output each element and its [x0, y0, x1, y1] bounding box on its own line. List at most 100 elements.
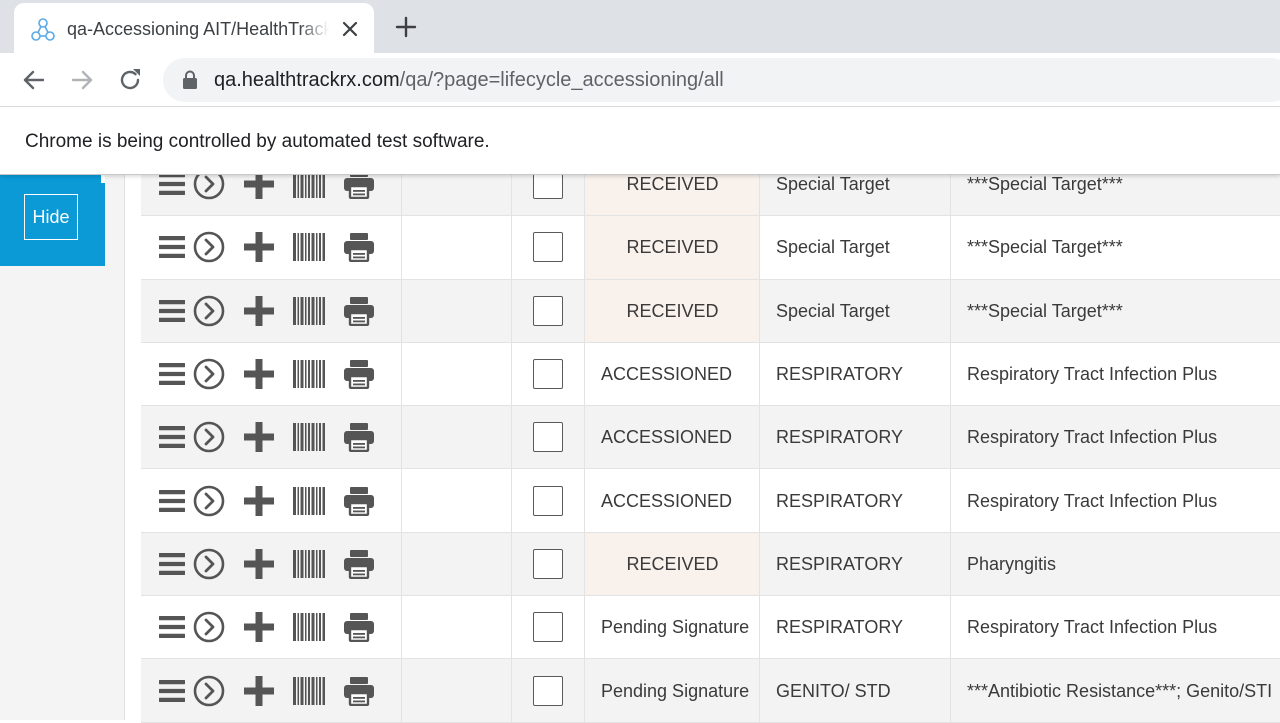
panel-cell: Respiratory Tract Infection Plus	[951, 469, 1280, 531]
empty-cell	[402, 469, 512, 532]
tab-title: qa-Accessioning AIT/HealthTrackRx	[67, 17, 329, 41]
row-actions	[141, 596, 402, 659]
close-icon[interactable]	[337, 16, 363, 42]
barcode-icon[interactable]	[293, 549, 325, 578]
address-bar[interactable]: qa.healthtrackrx.com/qa/?page=lifecycle_…	[163, 58, 1280, 102]
category-cell: RESPIRATORY	[760, 596, 951, 659]
go-icon[interactable]	[193, 611, 225, 643]
row-actions	[141, 532, 402, 596]
table-row: RECEIVED RESPIRATORY Pharyngitis	[141, 532, 1280, 597]
add-icon[interactable]	[243, 231, 275, 263]
automation-infobar: Chrome is being controlled by automated …	[0, 107, 1280, 175]
browser-tab[interactable]: qa-Accessioning AIT/HealthTrackRx	[14, 3, 374, 53]
category-text: RESPIRATORY	[776, 427, 904, 448]
empty-cell	[402, 532, 512, 596]
status-text: Pending Signature	[601, 617, 750, 638]
panel-cell: Pharyngitis	[951, 533, 1280, 595]
table-row: Pending Signature RESPIRATORY Respiratory …	[141, 596, 1280, 660]
add-icon[interactable]	[243, 611, 275, 643]
table-row: RECEIVED Special Target ***Special Target*…	[141, 216, 1280, 280]
back-arrow-icon[interactable]	[17, 63, 51, 97]
barcode-icon[interactable]	[293, 613, 325, 642]
select-cell	[512, 216, 585, 279]
reload-icon[interactable]	[113, 63, 147, 97]
row-checkbox[interactable]	[533, 359, 563, 390]
menu-icon[interactable]	[159, 489, 185, 513]
print-icon[interactable]	[343, 549, 375, 579]
category-text: Special Target	[776, 300, 890, 321]
select-cell	[512, 342, 585, 406]
category-cell: GENITO/ STD	[760, 659, 951, 722]
barcode-icon[interactable]	[293, 360, 325, 389]
barcode-icon[interactable]	[293, 486, 325, 515]
go-icon[interactable]	[193, 485, 225, 517]
menu-icon[interactable]	[159, 362, 185, 386]
new-tab-icon[interactable]	[390, 11, 422, 43]
category-text: RESPIRATORY	[776, 617, 904, 638]
status-cell: ACCESSIONED	[585, 406, 760, 469]
print-icon[interactable]	[343, 676, 375, 706]
table-row: ACCESSIONED RESPIRATORY Respiratory Tract …	[141, 406, 1280, 470]
menu-icon[interactable]	[159, 615, 185, 639]
forward-arrow-icon[interactable]	[65, 63, 99, 97]
add-icon[interactable]	[243, 485, 275, 517]
go-icon[interactable]	[193, 295, 225, 327]
panel-cell: ***Antibiotic Resistance***; Genito/STI	[951, 659, 1280, 721]
tab-strip: qa-Accessioning AIT/HealthTrackRx	[0, 0, 1280, 53]
category-cell: RESPIRATORY	[760, 406, 951, 469]
menu-icon[interactable]	[159, 425, 185, 449]
row-checkbox[interactable]	[533, 675, 563, 706]
accession-table: RECEIVED Special Target ***Special Target*…	[141, 153, 1280, 723]
status-cell: ACCESSIONED	[585, 342, 760, 406]
barcode-icon[interactable]	[293, 233, 325, 262]
lock-icon[interactable]	[181, 70, 199, 90]
category-text: Special Target	[776, 237, 890, 258]
go-icon[interactable]	[193, 358, 225, 390]
hide-panel: Hide	[0, 175, 105, 266]
category-text: RESPIRATORY	[776, 490, 904, 511]
barcode-icon[interactable]	[293, 423, 325, 452]
menu-icon[interactable]	[159, 172, 185, 196]
add-icon[interactable]	[243, 358, 275, 390]
status-cell: ACCESSIONED	[585, 469, 760, 532]
print-icon[interactable]	[343, 359, 375, 390]
print-icon[interactable]	[343, 422, 375, 453]
go-icon[interactable]	[193, 675, 225, 707]
menu-icon[interactable]	[159, 299, 185, 323]
panel-cell: ***Special Target***	[951, 280, 1280, 342]
category-cell: RESPIRATORY	[760, 342, 951, 406]
status-text: RECEIVED	[626, 553, 719, 574]
add-icon[interactable]	[243, 548, 275, 580]
print-icon[interactable]	[343, 486, 375, 516]
row-actions	[141, 279, 402, 342]
menu-icon[interactable]	[159, 552, 185, 576]
menu-icon[interactable]	[159, 235, 185, 259]
row-checkbox[interactable]	[533, 548, 563, 579]
add-icon[interactable]	[243, 295, 275, 327]
category-cell: RESPIRATORY	[760, 532, 951, 596]
barcode-icon[interactable]	[293, 676, 325, 705]
go-icon[interactable]	[193, 421, 225, 453]
row-checkbox[interactable]	[533, 422, 563, 453]
go-icon[interactable]	[193, 548, 225, 580]
add-icon[interactable]	[243, 421, 275, 453]
row-checkbox[interactable]	[533, 295, 563, 326]
row-checkbox[interactable]	[533, 232, 563, 263]
add-icon[interactable]	[243, 675, 275, 707]
go-icon[interactable]	[193, 231, 225, 263]
url-text[interactable]: qa.healthtrackrx.com/qa/?page=lifecycle_…	[214, 67, 724, 93]
print-icon[interactable]	[343, 296, 375, 326]
browser-toolbar: qa.healthtrackrx.com/qa/?page=lifecycle_…	[0, 53, 1280, 107]
barcode-icon[interactable]	[293, 296, 325, 325]
print-icon[interactable]	[343, 232, 375, 263]
hide-button[interactable]: Hide	[24, 194, 78, 240]
menu-icon[interactable]	[159, 679, 185, 703]
print-icon[interactable]	[343, 612, 375, 643]
row-actions	[141, 659, 402, 722]
row-checkbox[interactable]	[533, 485, 563, 516]
empty-cell	[402, 596, 512, 659]
category-cell: Special Target	[760, 216, 951, 279]
row-checkbox[interactable]	[533, 612, 563, 643]
panel-text: Respiratory Tract Infection Plus	[967, 617, 1218, 638]
status-text: ACCESSIONED	[601, 427, 733, 448]
